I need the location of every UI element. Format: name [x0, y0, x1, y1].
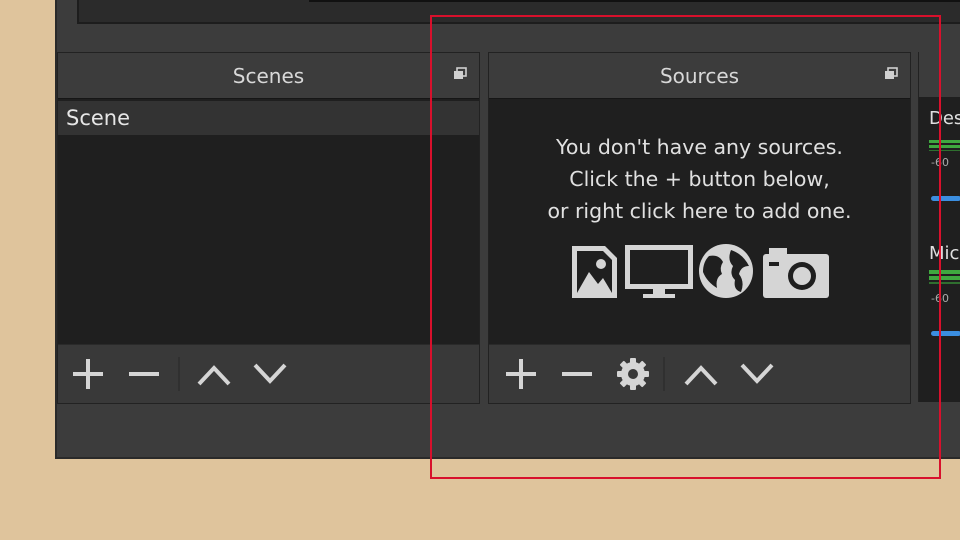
move-scene-down-button[interactable]	[250, 355, 290, 393]
remove-scene-button[interactable]	[124, 355, 164, 393]
chevron-up-icon	[197, 365, 231, 386]
chevron-down-icon	[740, 363, 774, 384]
minus-icon	[129, 372, 159, 376]
audio-mixer-title	[919, 52, 960, 97]
scenes-dock-title: Scenes	[58, 53, 479, 98]
empty-message-line: Click the + button below,	[569, 167, 830, 191]
move-source-up-button[interactable]	[681, 355, 721, 393]
undock-icon[interactable]	[453, 67, 467, 81]
sources-dock: Sources You don't have any sources. Clic…	[488, 52, 911, 404]
move-scene-up-button[interactable]	[194, 355, 234, 393]
source-properties-button[interactable]	[613, 355, 653, 393]
toolbar-separator	[663, 357, 665, 391]
gear-icon	[617, 358, 649, 390]
scene-item-label: Scene	[66, 106, 131, 130]
browser-globe-icon	[699, 244, 753, 298]
add-scene-button[interactable]	[68, 355, 108, 393]
chevron-up-icon	[684, 365, 718, 386]
plus-icon	[506, 359, 536, 389]
sources-empty-message: You don't have any sources. Click the + …	[489, 131, 910, 227]
volume-fader[interactable]	[931, 331, 960, 336]
scene-list-item[interactable]: Scene	[58, 101, 479, 135]
empty-message-line: or right click here to add one.	[547, 199, 852, 223]
undock-icon[interactable]	[884, 67, 898, 81]
display-capture-icon	[625, 245, 693, 298]
sources-dock-title: Sources	[489, 53, 910, 98]
remove-source-button[interactable]	[557, 355, 597, 393]
mixer-channel-label: Des	[929, 108, 960, 129]
mixer-db-marker: -60	[931, 292, 949, 305]
scenes-list[interactable]: Scene	[58, 98, 479, 345]
move-source-down-button[interactable]	[737, 355, 777, 393]
camera-icon	[763, 248, 829, 298]
source-type-icons	[572, 244, 829, 298]
scenes-toolbar	[58, 344, 479, 403]
image-icon	[572, 246, 617, 298]
sources-title-text: Sources	[659, 63, 740, 88]
mixer-db-marker: -60	[931, 156, 949, 169]
sources-list[interactable]: You don't have any sources. Click the + …	[489, 98, 910, 345]
scenes-title-text: Scenes	[232, 63, 305, 88]
plus-icon	[73, 359, 103, 389]
audio-mixer-dock: Des -60 Mic -60	[918, 52, 960, 402]
add-source-button[interactable]	[501, 355, 541, 393]
toolbar-separator	[178, 357, 180, 391]
scenes-dock: Scenes Scene	[57, 52, 480, 404]
mixer-channel-label: Mic	[929, 243, 960, 264]
preview-edge	[309, 0, 960, 2]
chevron-down-icon	[253, 363, 287, 384]
sources-toolbar	[489, 344, 910, 403]
volume-fader[interactable]	[931, 196, 960, 201]
empty-message-line: You don't have any sources.	[556, 135, 843, 159]
volume-meter	[929, 270, 960, 284]
volume-meter	[929, 140, 960, 151]
minus-icon	[562, 372, 592, 376]
preview-area[interactable]	[77, 0, 960, 24]
